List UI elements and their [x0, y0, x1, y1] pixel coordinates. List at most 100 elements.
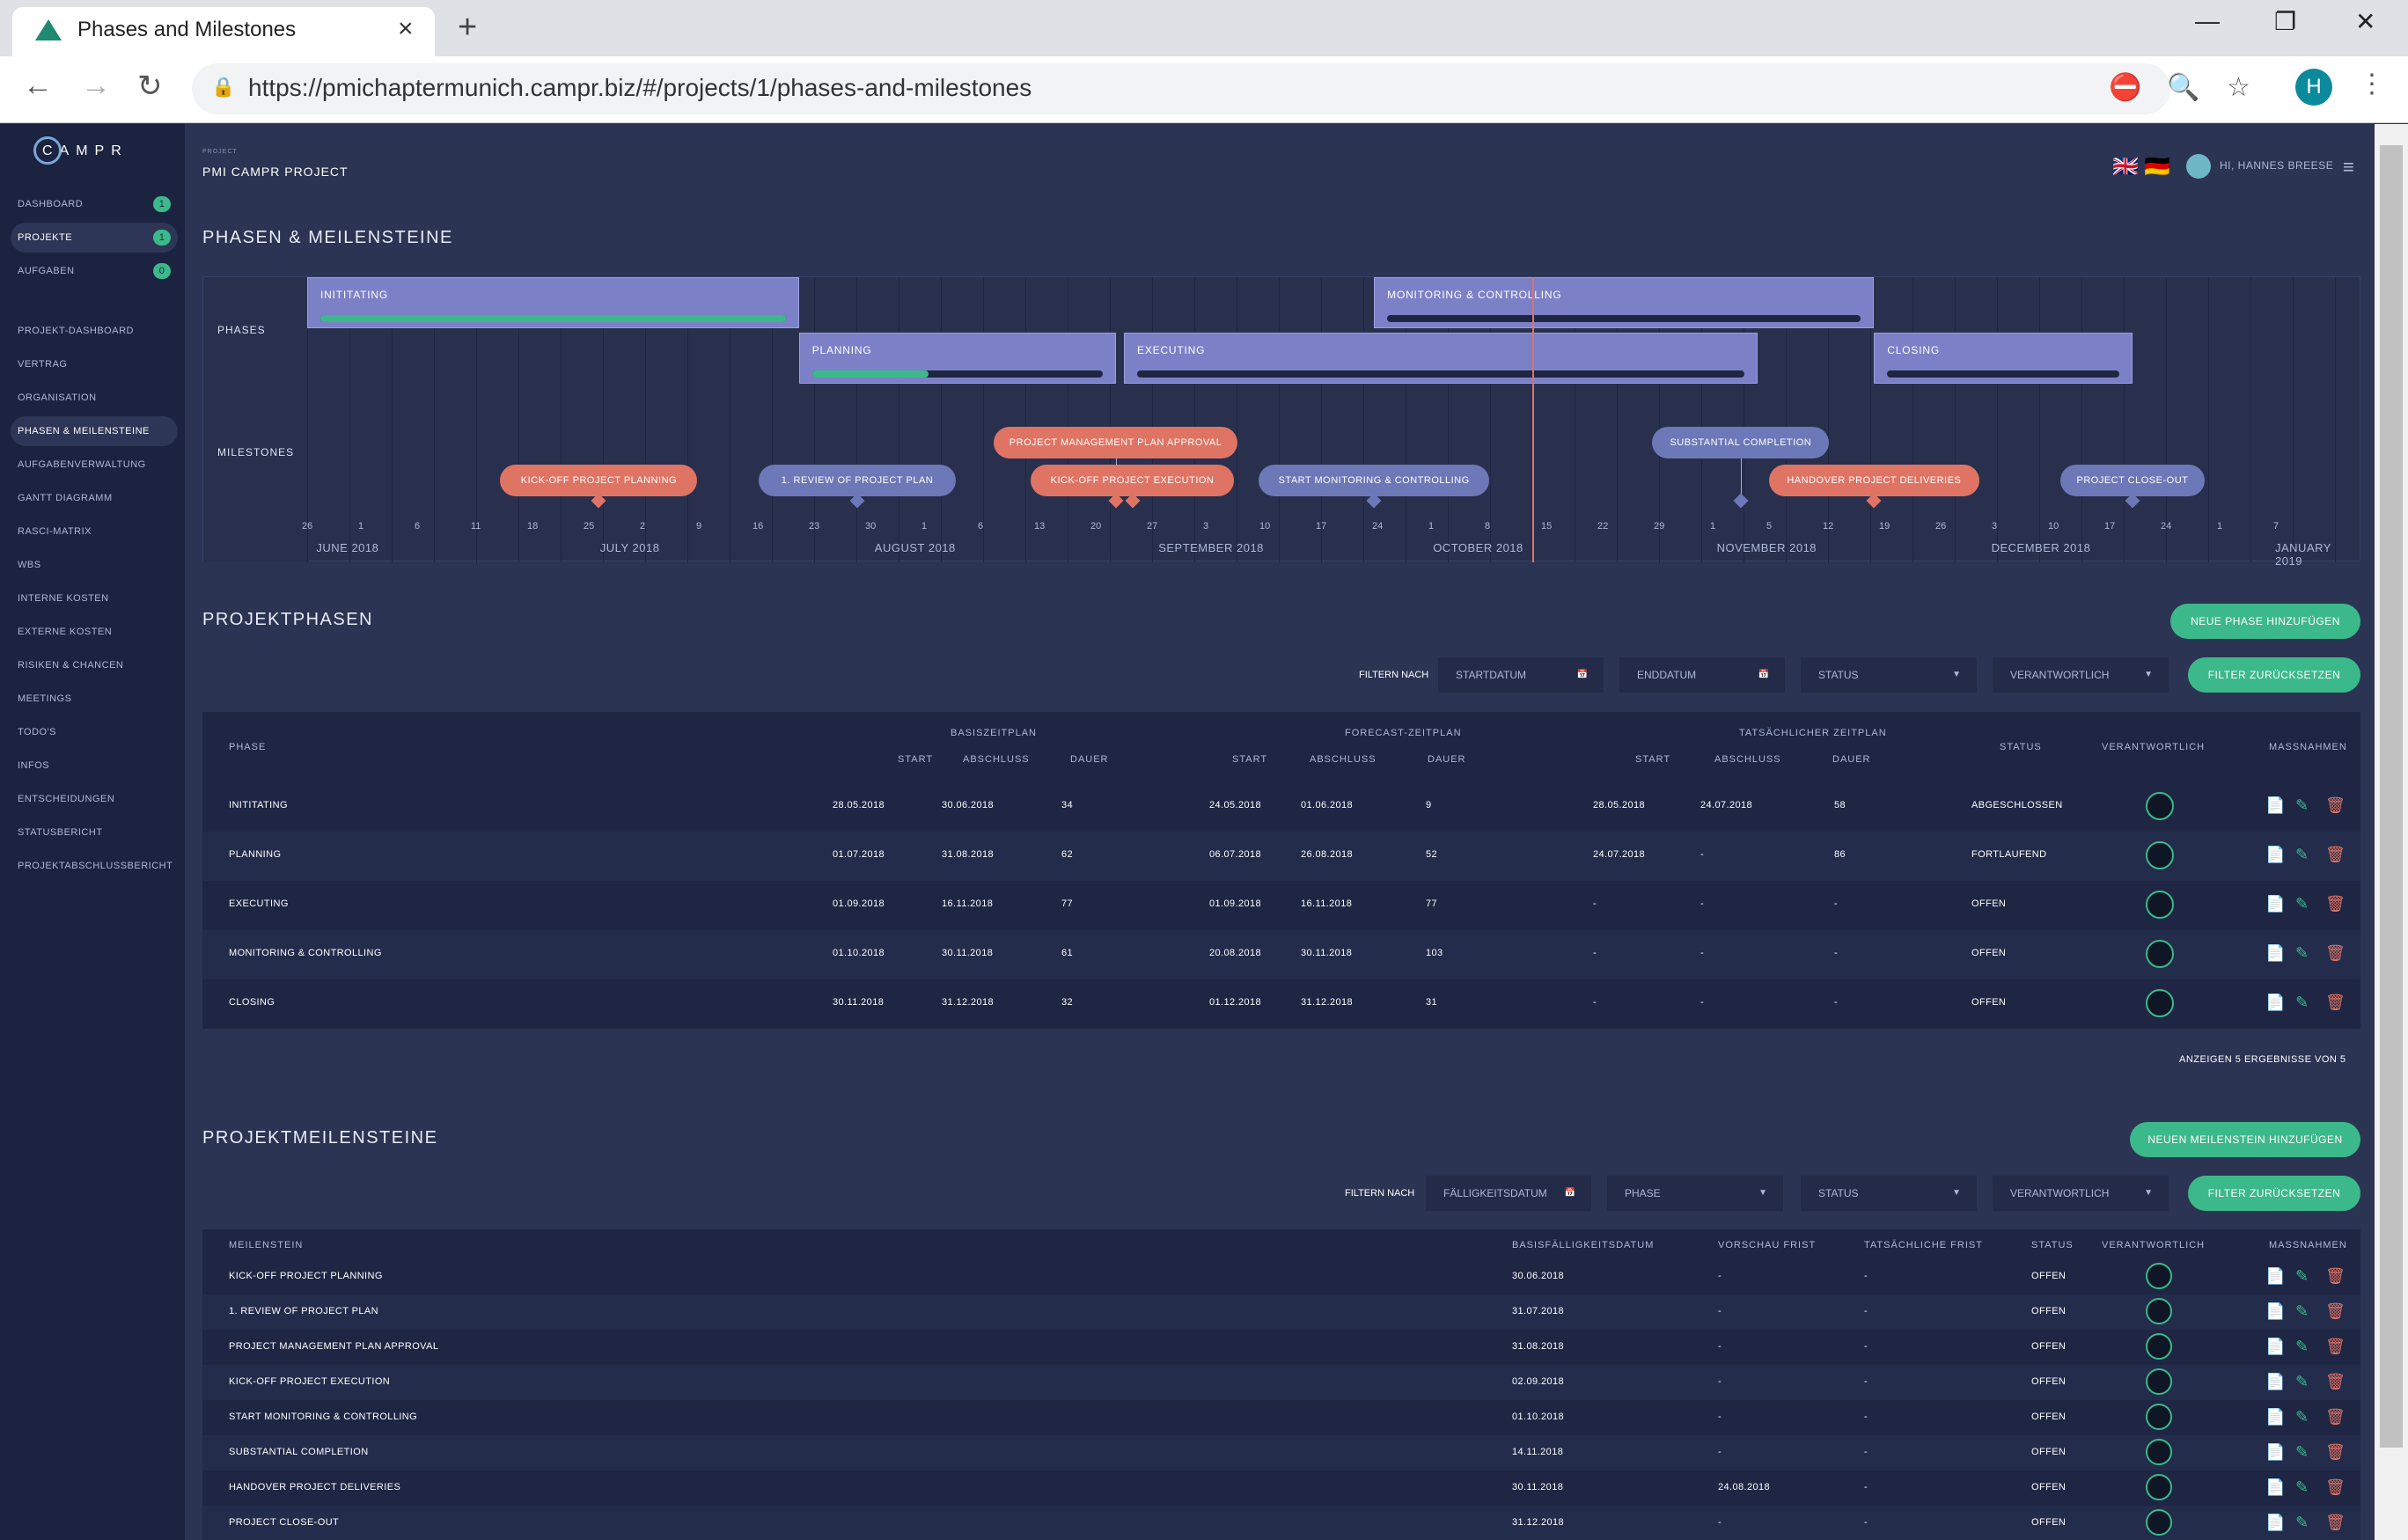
view-icon[interactable]: 📄: [2265, 1408, 2285, 1426]
tab-close-icon[interactable]: ×: [398, 14, 414, 44]
phases-end-date-filter[interactable]: ENDDATUM 📅: [1619, 657, 1785, 693]
edit-icon[interactable]: ✎: [2295, 1302, 2309, 1321]
view-icon[interactable]: 📄: [2265, 796, 2285, 815]
sidebar-item-aufgabenverwaltung[interactable]: AUFGABENVERWALTUNG: [11, 450, 178, 480]
milestone-pill[interactable]: PROJECT MANAGEMENT PLAN APPROVAL: [993, 427, 1238, 458]
sidebar-item-statusbericht[interactable]: STATUSBERICHT: [11, 818, 178, 847]
minimize-icon[interactable]: —: [2195, 7, 2220, 35]
sidebar-item-externe-kosten[interactable]: EXTERNE KOSTEN: [11, 617, 178, 647]
scrollbar-thumb[interactable]: [2380, 145, 2403, 1448]
view-icon[interactable]: 📄: [2265, 846, 2285, 864]
milestones-due-date-filter[interactable]: FÄLLIGKEITSDATUM 📅: [1426, 1176, 1591, 1211]
avatar[interactable]: [2146, 1509, 2172, 1536]
phases-owner-filter[interactable]: VERANTWORTLICH ▼: [1993, 657, 2169, 693]
edit-icon[interactable]: ✎: [2295, 1338, 2309, 1356]
forward-icon[interactable]: →: [81, 69, 111, 103]
view-icon[interactable]: 📄: [2265, 1514, 2285, 1532]
reload-icon[interactable]: ↻: [137, 69, 163, 104]
milestones-owner-filter[interactable]: VERANTWORTLICH ▼: [1993, 1176, 2169, 1211]
sidebar-item-entscheidungen[interactable]: ENTSCHEIDUNGEN: [11, 784, 178, 814]
view-icon[interactable]: 📄: [2265, 1338, 2285, 1356]
browser-menu-icon[interactable]: ⋮: [2359, 69, 2385, 99]
avatar[interactable]: [2146, 940, 2174, 968]
avatar[interactable]: [2146, 891, 2174, 919]
edit-icon[interactable]: ✎: [2295, 944, 2309, 963]
milestone-pill[interactable]: PROJECT CLOSE-OUT: [2060, 465, 2205, 496]
avatar[interactable]: [2146, 989, 2174, 1017]
phase-bar[interactable]: EXECUTING: [1124, 333, 1758, 384]
delete-icon[interactable]: 🗑: [2325, 1373, 2346, 1391]
avatar[interactable]: [2146, 1474, 2172, 1500]
user-avatar[interactable]: [2186, 154, 2211, 179]
phase-bar[interactable]: INITITATING: [307, 277, 799, 328]
avatar[interactable]: [2146, 1404, 2172, 1430]
profile-avatar[interactable]: H: [2295, 69, 2332, 106]
view-icon[interactable]: 📄: [2265, 1443, 2285, 1462]
table-row[interactable]: PROJECT MANAGEMENT PLAN APPROVAL 31.08.20…: [202, 1330, 2360, 1365]
url-text[interactable]: https://pmichaptermunich.campr.biz/#/pro…: [248, 74, 1031, 102]
avatar[interactable]: [2146, 1263, 2172, 1289]
delete-icon[interactable]: 🗑: [2325, 1338, 2346, 1356]
table-row[interactable]: KICK-OFF PROJECT EXECUTION 02.09.2018 - - OF…: [202, 1365, 2360, 1400]
view-icon[interactable]: 📄: [2265, 1267, 2285, 1286]
view-icon[interactable]: 📄: [2265, 1373, 2285, 1391]
hamburger-menu-icon[interactable]: ≡: [2343, 156, 2354, 179]
sidebar-item-rasci-matrix[interactable]: RASCI-MATRIX: [11, 517, 178, 546]
calendar-icon[interactable]: 📅: [1577, 657, 1588, 693]
phase-bar[interactable]: PLANNING: [798, 333, 1116, 384]
delete-icon[interactable]: 🗑: [2325, 1443, 2346, 1462]
table-row[interactable]: PROJECT CLOSE-OUT 31.12.2018 - - OFFEN 📄 ✎ 🗑: [202, 1506, 2360, 1540]
sidebar-item-todo-s[interactable]: TODO'S: [11, 717, 178, 747]
milestone-pill[interactable]: SUBSTANTIAL COMPLETION: [1652, 427, 1830, 458]
avatar[interactable]: [2146, 1368, 2172, 1395]
view-icon[interactable]: 📄: [2265, 1478, 2285, 1497]
view-icon[interactable]: 📄: [2265, 994, 2285, 1012]
edit-icon[interactable]: ✎: [2295, 1514, 2309, 1532]
avatar[interactable]: [2146, 1298, 2172, 1324]
delete-icon[interactable]: 🗑: [2325, 895, 2346, 913]
table-row[interactable]: CLOSING 30.11.2018 31.12.2018 32 01.12.2018 3…: [202, 979, 2360, 1029]
maximize-icon[interactable]: ❐: [2274, 7, 2296, 36]
add-milestone-button[interactable]: NEUEN MEILENSTEIN HINZUFÜGEN: [2130, 1122, 2360, 1157]
url-field[interactable]: 🔒 https://pmichaptermunich.campr.biz/#/p…: [192, 63, 2170, 114]
sidebar-item-phasen-meilensteine[interactable]: PHASEN & MEILENSTEINE: [11, 416, 178, 446]
sidebar-item-projekte[interactable]: PROJEKTE 1: [11, 223, 178, 253]
uk-flag-icon[interactable]: 🇬🇧: [2112, 154, 2139, 180]
edit-icon[interactable]: ✎: [2295, 1373, 2309, 1391]
edit-icon[interactable]: ✎: [2295, 1443, 2309, 1462]
phases-start-date-filter[interactable]: STARTDATUM 📅: [1438, 657, 1604, 693]
avatar[interactable]: [2146, 841, 2174, 869]
sidebar-item-risiken-chancen[interactable]: RISIKEN & CHANCEN: [11, 650, 178, 680]
zoom-icon[interactable]: 🔍: [2167, 72, 2199, 103]
project-name[interactable]: PMI CAMPR PROJECT: [202, 165, 349, 179]
sidebar-item-dashboard[interactable]: DASHBOARD 1: [11, 189, 178, 219]
table-row[interactable]: HANDOVER PROJECT DELIVERIES 30.11.2018 24.…: [202, 1470, 2360, 1506]
bookmark-star-icon[interactable]: ☆: [2227, 72, 2250, 103]
milestone-pill[interactable]: HANDOVER PROJECT DELIVERIES: [1768, 465, 1979, 496]
blocked-content-icon[interactable]: ⛔: [2109, 72, 2141, 103]
phase-bar[interactable]: MONITORING & CONTROLLING: [1374, 277, 1875, 328]
milestone-pill[interactable]: KICK-OFF PROJECT PLANNING: [500, 465, 698, 496]
edit-icon[interactable]: ✎: [2295, 994, 2309, 1012]
table-row[interactable]: START MONITORING & CONTROLLING 01.10.2018…: [202, 1400, 2360, 1435]
page-scrollbar[interactable]: [2375, 124, 2408, 1540]
edit-icon[interactable]: ✎: [2295, 846, 2309, 864]
table-row[interactable]: INITITATING 28.05.2018 30.06.2018 34 24.05.2…: [202, 782, 2360, 832]
add-phase-button[interactable]: NEUE PHASE HINZUFÜGEN: [2170, 604, 2360, 639]
edit-icon[interactable]: ✎: [2295, 796, 2309, 815]
table-row[interactable]: KICK-OFF PROJECT PLANNING 30.06.2018 - - OFF…: [202, 1259, 2360, 1294]
phases-status-filter[interactable]: STATUS ▼: [1801, 657, 1977, 693]
sidebar-item-projekt-dashboard[interactable]: PROJEKT-DASHBOARD: [11, 316, 178, 346]
browser-tab[interactable]: Phases and Milestones ×: [12, 7, 435, 56]
sidebar-item-interne-kosten[interactable]: INTERNE KOSTEN: [11, 583, 178, 613]
edit-icon[interactable]: ✎: [2295, 1478, 2309, 1497]
milestone-pill[interactable]: 1. REVIEW OF PROJECT PLAN: [759, 465, 957, 496]
phases-reset-filter-button[interactable]: FILTER ZURÜCKSETZEN: [2188, 657, 2360, 693]
sidebar-item-infos[interactable]: INFOS: [11, 751, 178, 781]
calendar-icon[interactable]: 📅: [1565, 1176, 1575, 1211]
milestones-phase-filter[interactable]: PHASE ▼: [1607, 1176, 1783, 1211]
sidebar-item-aufgaben[interactable]: AUFGABEN 0: [11, 256, 178, 286]
delete-icon[interactable]: 🗑: [2325, 796, 2346, 815]
delete-icon[interactable]: 🗑: [2325, 944, 2346, 963]
user-greeting[interactable]: HI, HANNES BREESE: [2220, 159, 2333, 172]
